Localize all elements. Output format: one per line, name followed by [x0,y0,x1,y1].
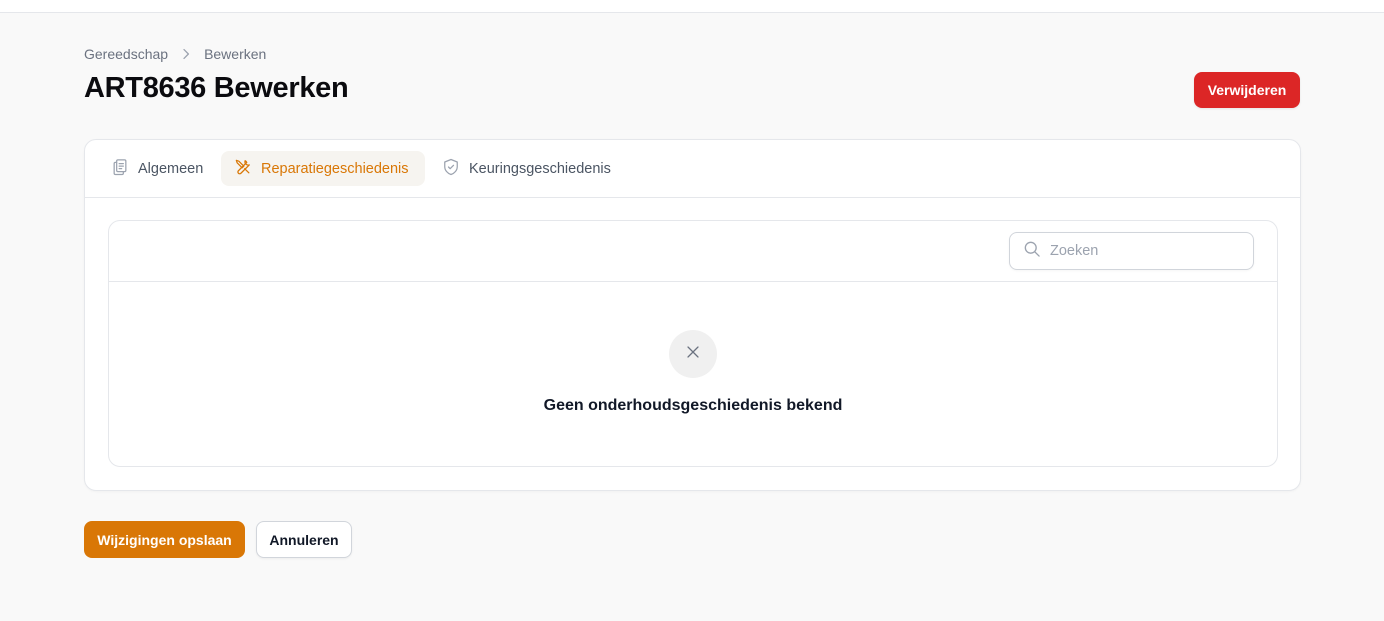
tabs-card: Algemeen Reparatiegeschiedenis Keuringsg… [84,139,1301,491]
tab-label: Algemeen [138,160,204,177]
tab-bar: Algemeen Reparatiegeschiedenis Keuringsg… [85,140,1300,198]
cancel-button[interactable]: Annuleren [256,521,352,558]
table-header [109,221,1277,282]
breadcrumb-item-gereedschap[interactable]: Gereedschap [84,46,168,62]
wrench-screwdriver-icon [233,157,253,181]
shield-check-icon [441,157,461,181]
clipboard-document-icon [110,157,130,181]
search-input[interactable] [1050,243,1230,259]
empty-state-text: Geen onderhoudsgeschiedenis bekend [543,397,843,414]
tab-label: Reparatiegeschiedenis [261,160,409,177]
empty-state-icon [669,330,717,378]
history-table: Geen onderhoudsgeschiedenis bekend [108,220,1278,467]
breadcrumb: Gereedschap Bewerken [84,46,266,62]
x-mark-icon [683,342,703,367]
breadcrumb-item-bewerken[interactable]: Bewerken [204,46,266,62]
save-button[interactable]: Wijzigingen opslaan [84,521,245,558]
tab-algemeen[interactable]: Algemeen [98,151,215,186]
delete-button[interactable]: Verwijderen [1194,72,1300,108]
chevron-right-icon [178,46,194,62]
tab-label: Keuringsgeschiedenis [469,160,611,177]
page-title: ART8636 Bewerken [84,72,349,104]
top-bar [0,0,1384,13]
tab-reparatiegeschiedenis[interactable]: Reparatiegeschiedenis [221,151,425,186]
search-icon [1022,239,1042,264]
search-box[interactable] [1009,232,1254,270]
tab-keuringsgeschiedenis[interactable]: Keuringsgeschiedenis [429,151,623,186]
